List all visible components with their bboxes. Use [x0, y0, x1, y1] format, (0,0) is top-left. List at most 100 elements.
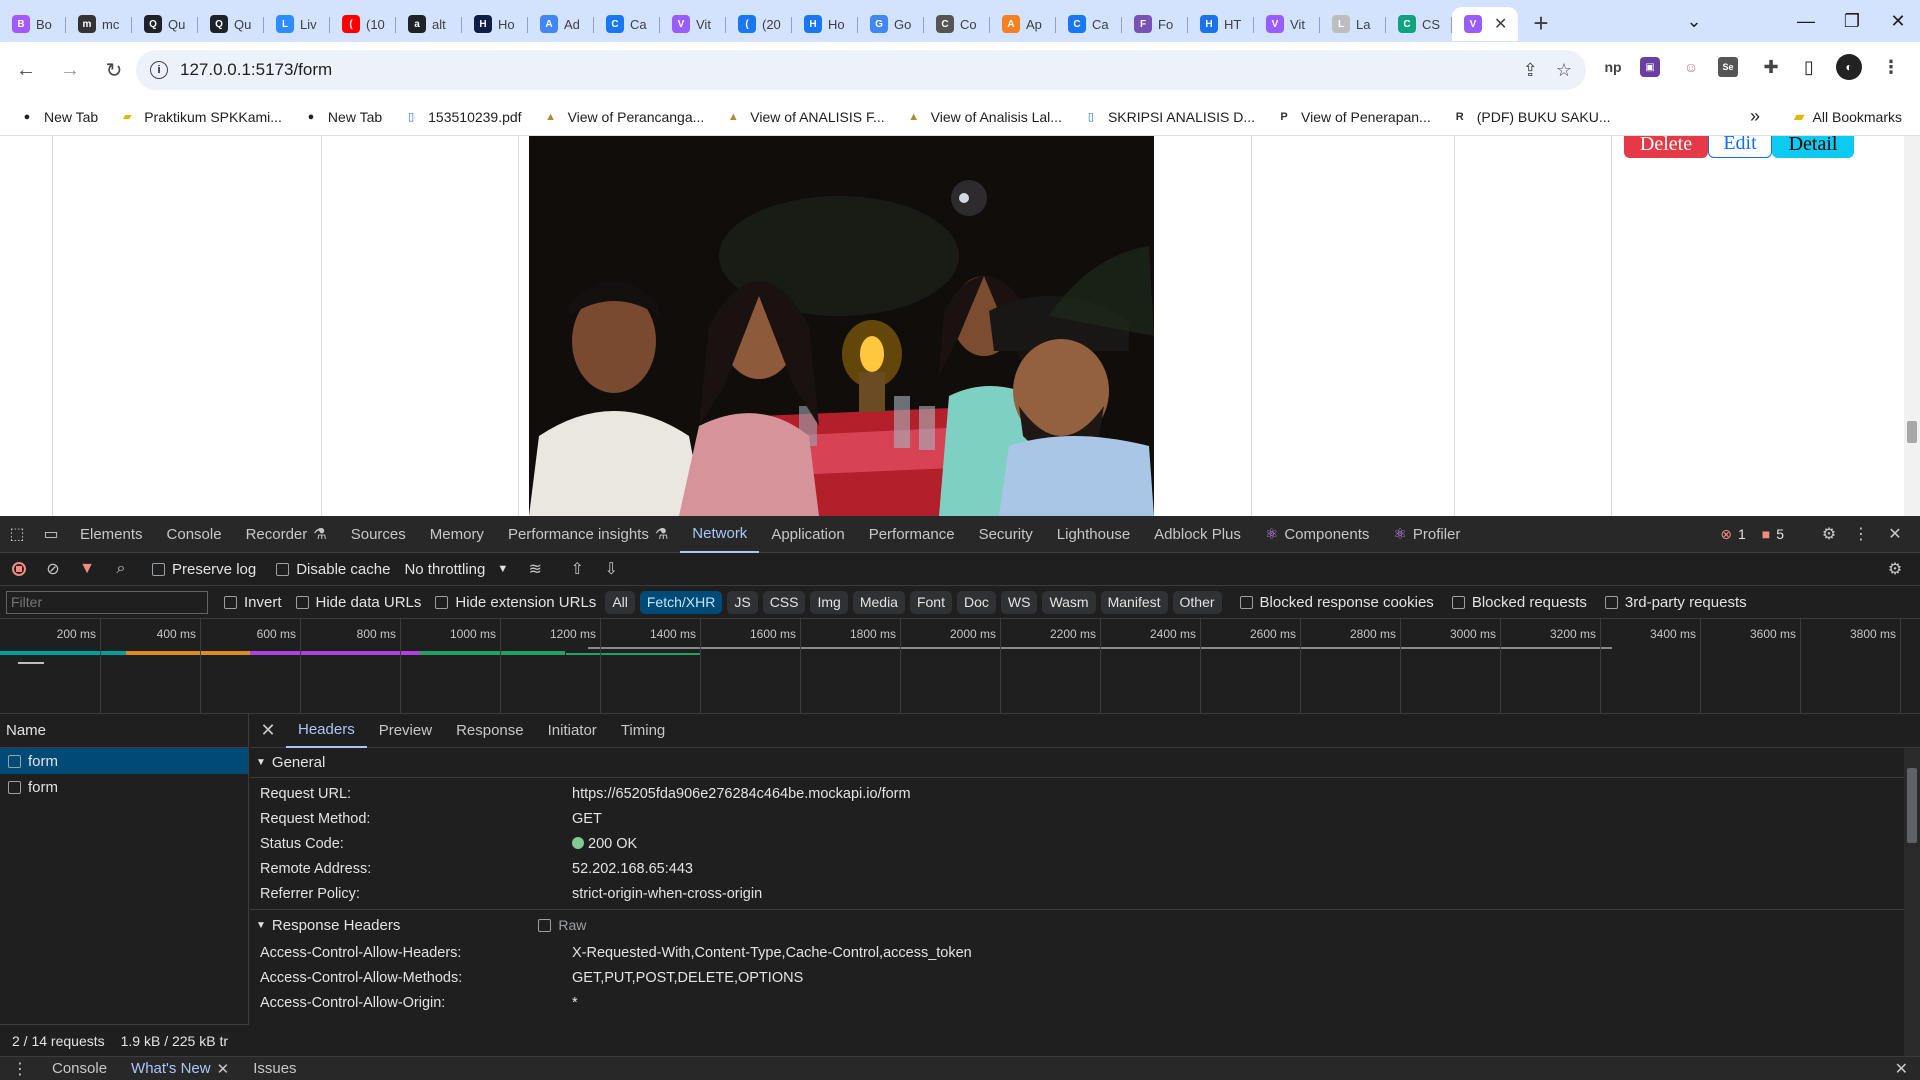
browser-tab[interactable]: C Ca [594, 7, 660, 41]
invert-checkbox[interactable]: Invert [224, 594, 282, 611]
new-tab-button[interactable]: + [1524, 6, 1558, 40]
browser-tab[interactable]: A Ap [990, 7, 1056, 41]
export-har-icon[interactable]: ⇩ [600, 558, 622, 580]
filter-chip-css[interactable]: CSS [762, 590, 806, 614]
devtools-tab-memory[interactable]: Memory [418, 516, 496, 553]
tab-search-chevron-icon[interactable]: ⌄ [1670, 0, 1718, 42]
filter-chip-all[interactable]: All [605, 590, 635, 614]
hide-data-urls-checkbox[interactable]: Hide data URLs [295, 594, 421, 611]
close-tab-icon[interactable]: ✕ [1494, 14, 1507, 34]
browser-tab[interactable]: G Go [858, 7, 924, 41]
browser-tab[interactable]: H Ho [792, 7, 858, 41]
browser-tab-active[interactable]: V ✕ [1452, 7, 1518, 41]
filter-input[interactable] [6, 590, 208, 614]
drawer-tab-issues[interactable]: Issues [241, 1060, 308, 1077]
filter-chip-js[interactable]: JS [727, 590, 758, 614]
blocked-requests-checkbox[interactable]: Blocked requests [1451, 594, 1587, 611]
bookmark-item[interactable]: ▰ Praktikum SPKKami... [118, 108, 282, 126]
bookmark-item[interactable]: ▲ View of Analisis Lal... [905, 108, 1062, 126]
preserve-log-checkbox[interactable]: Preserve log [152, 561, 256, 578]
extensions-puzzle-icon[interactable]: ✚ [1758, 54, 1784, 80]
side-panel-icon[interactable]: ▯ [1796, 54, 1822, 80]
third-party-checkbox[interactable]: 3rd-party requests [1604, 594, 1747, 611]
clear-icon[interactable]: ⊘ [42, 558, 64, 580]
devtools-tab-performance-insights[interactable]: Performance insights ⚗ [496, 516, 680, 553]
profile-avatar[interactable]: ◐ [1836, 54, 1862, 80]
browser-tab[interactable]: L La [1320, 7, 1386, 41]
throttling-select[interactable]: No throttling ▼ [404, 561, 508, 578]
browser-tab[interactable]: C Co [924, 7, 990, 41]
address-bar[interactable]: i 127.0.0.1:5173/form ⇪ ☆ [136, 50, 1586, 90]
filter-chip-fetch-xhr[interactable]: Fetch/XHR [639, 590, 723, 614]
bookmark-item[interactable]: ● New Tab [302, 108, 383, 126]
minimize-icon[interactable]: — [1782, 0, 1830, 42]
forward-button[interactable]: → [52, 52, 88, 88]
detail-tab-timing[interactable]: Timing [609, 714, 677, 748]
general-section-header[interactable]: ▼ General [250, 748, 1920, 778]
browser-tab[interactable]: L Liv [264, 7, 330, 41]
devtools-tab-sources[interactable]: Sources [339, 516, 418, 553]
more-bookmarks-chevron[interactable]: » [1750, 106, 1760, 127]
detail-scrollbar[interactable] [1904, 748, 1920, 1056]
devtools-tab-lighthouse[interactable]: Lighthouse [1045, 516, 1142, 553]
all-bookmarks-folder[interactable]: ▰ All Bookmarks [1794, 108, 1902, 125]
bookmark-item[interactable]: ▲ View of Perancanga... [542, 108, 704, 126]
filter-chip-other[interactable]: Other [1172, 590, 1222, 614]
np-extension-icon[interactable]: np [1600, 54, 1626, 80]
disable-cache-checkbox[interactable]: Disable cache [276, 561, 390, 578]
share-icon[interactable]: ⇪ [1523, 60, 1538, 81]
filter-funnel-icon[interactable]: ▼ [76, 558, 98, 580]
extension-face-icon[interactable]: ☺ [1678, 54, 1704, 80]
browser-tab[interactable]: F Fo [1122, 7, 1188, 41]
devtools-tab-adblock-plus[interactable]: Adblock Plus [1142, 516, 1253, 553]
drawer-tab-console[interactable]: Console [40, 1060, 119, 1077]
extension-purple-icon[interactable]: ▣ [1640, 57, 1660, 77]
browser-tab[interactable]: a alt [396, 7, 462, 41]
chrome-menu-icon[interactable]: ⋮ [1878, 54, 1904, 80]
bookmark-item[interactable]: ● New Tab [18, 108, 99, 126]
browser-tab[interactable]: C CS [1386, 7, 1452, 41]
device-toolbar-icon[interactable]: ▭ [40, 523, 62, 545]
maximize-icon[interactable]: ❐ [1828, 0, 1876, 42]
browser-tab[interactable]: H Ho [462, 7, 528, 41]
close-icon[interactable]: ✕ [217, 1060, 230, 1078]
devtools-tab-network[interactable]: Network [680, 516, 760, 553]
inspect-element-icon[interactable]: ⬚ [6, 523, 28, 545]
browser-tab[interactable]: ((10 [330, 7, 396, 41]
bookmark-item[interactable]: ▯ 153510239.pdf [402, 108, 521, 126]
import-har-icon[interactable]: ⇧ [566, 558, 588, 580]
back-button[interactable]: ← [8, 52, 44, 88]
browser-tab[interactable]: V Vit [660, 7, 726, 41]
blocked-response-cookies-checkbox[interactable]: Blocked response cookies [1239, 594, 1434, 611]
browser-tab[interactable]: ((20 [726, 7, 792, 41]
devtools-menu-icon[interactable]: ⋮ [1850, 523, 1872, 545]
devtools-tab-recorder[interactable]: Recorder ⚗ [234, 516, 339, 553]
browser-tab[interactable]: V Vit [1254, 7, 1320, 41]
filter-chip-img[interactable]: Img [810, 590, 848, 614]
selenium-extension-icon[interactable]: Se [1718, 57, 1738, 77]
browser-tab[interactable]: m mc [66, 7, 132, 41]
browser-tab[interactable]: C Ca [1056, 7, 1122, 41]
devtools-tab-profiler[interactable]: ⚛ Profiler [1381, 516, 1472, 553]
filter-chip-wasm[interactable]: Wasm [1042, 590, 1096, 614]
search-icon[interactable]: ⌕ [110, 558, 132, 580]
devtools-tab-security[interactable]: Security [967, 516, 1045, 553]
devtools-tab-performance[interactable]: Performance [857, 516, 967, 553]
site-info-icon[interactable]: i [150, 61, 168, 79]
close-window-icon[interactable]: ✕ [1874, 0, 1920, 42]
network-settings-gear-icon[interactable]: ⚙ [1884, 558, 1906, 580]
detail-button[interactable]: Detail [1772, 136, 1854, 158]
network-overview-timeline[interactable]: 200 ms 400 ms 600 ms 800 ms 1000 ms 1200 ms 14… [0, 619, 1920, 714]
drawer-menu-icon[interactable]: ⋮ [0, 1059, 40, 1079]
detail-tab-preview[interactable]: Preview [367, 714, 444, 748]
delete-button[interactable]: Delete [1624, 136, 1708, 158]
bookmark-item[interactable]: ▯ SKRIPSI ANALISIS D... [1082, 108, 1255, 126]
bookmark-item[interactable]: P View of Penerapan... [1275, 108, 1430, 126]
detail-tab-headers[interactable]: Headers [286, 714, 367, 748]
edit-button[interactable]: Edit [1708, 136, 1772, 158]
filter-chip-font[interactable]: Font [909, 590, 952, 614]
page-scrollbar[interactable] [1904, 136, 1920, 516]
filter-chip-manifest[interactable]: Manifest [1100, 590, 1168, 614]
bookmark-item[interactable]: ▲ View of ANALISIS F... [724, 108, 885, 126]
close-detail-icon[interactable]: ✕ [250, 720, 286, 741]
